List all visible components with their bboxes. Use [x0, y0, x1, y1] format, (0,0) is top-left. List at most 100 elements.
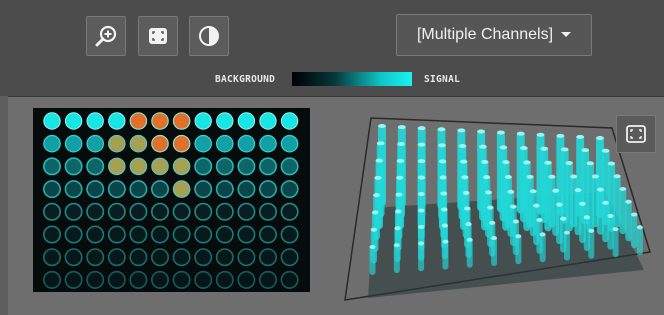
plate-well: [194, 180, 213, 199]
plate-well: [259, 180, 278, 199]
3d-well-bar: [442, 239, 449, 270]
plate-well: [194, 225, 213, 244]
3d-well-cap: [477, 129, 486, 134]
plate-well: [129, 157, 148, 176]
plate-wells: [43, 112, 299, 289]
plate-well: [86, 248, 105, 267]
plate-well: [64, 225, 83, 244]
3d-well-cap: [504, 174, 512, 179]
fit-frame-icon: [626, 125, 646, 143]
plate-well: [172, 134, 191, 153]
3d-well-cap: [374, 175, 382, 180]
plate-well: [64, 202, 83, 221]
plate-well: [86, 134, 104, 153]
plate-well: [108, 157, 126, 176]
3d-well-cap: [394, 209, 402, 214]
3d-well-cap: [588, 228, 595, 233]
plate-well: [194, 270, 213, 289]
3d-well-cap: [418, 224, 425, 229]
3d-well-cap: [442, 239, 449, 244]
plate-well: [259, 248, 278, 267]
plate-well: [43, 180, 61, 199]
3d-well-cap: [583, 215, 591, 220]
plate-well: [237, 157, 256, 176]
plate-well: [43, 134, 61, 153]
plate-well: [129, 248, 148, 267]
3d-well-cap: [373, 193, 380, 198]
3d-well-bar: [466, 237, 473, 268]
3d-well-bar: [393, 243, 400, 274]
fit-frame-button[interactable]: [138, 16, 178, 56]
3d-well-cap: [576, 134, 585, 139]
3d-well-cap: [461, 175, 469, 180]
plate-well: [151, 270, 170, 289]
3d-well-cap: [438, 159, 447, 164]
3d-well-cap: [574, 188, 582, 193]
plate-well: [107, 225, 126, 244]
plate-well: [194, 157, 213, 176]
plate-well: [64, 270, 83, 289]
3d-well-cap: [437, 127, 446, 132]
plate-well: [108, 112, 126, 130]
3d-well-bar: [491, 236, 498, 267]
plate-well: [194, 202, 213, 221]
3d-well-cap: [440, 191, 448, 196]
3d-well-cap: [581, 148, 590, 153]
plate-well: [172, 225, 191, 244]
3d-well-bar: [588, 228, 595, 259]
plate-well: [237, 180, 256, 199]
plate-well: [43, 225, 61, 244]
3d-well-cap: [481, 159, 489, 164]
3d-well-cap: [458, 143, 467, 148]
3d-well-cap: [464, 206, 471, 211]
plate-well: [43, 202, 61, 221]
plate-well: [237, 270, 256, 289]
plate-well: [259, 134, 277, 153]
contrast-button[interactable]: [189, 16, 229, 56]
3d-well-cap: [533, 203, 540, 208]
plate-well: [216, 112, 234, 130]
3d-well-bar: [619, 187, 627, 235]
3d-well-cap: [520, 146, 528, 151]
3d-well-cap: [502, 160, 510, 165]
plate-well: [129, 112, 148, 130]
3d-well-cap: [536, 218, 543, 223]
plate-well: [194, 248, 213, 267]
3d-well-cap: [529, 189, 537, 194]
fit-view-button[interactable]: [616, 115, 656, 153]
3d-well-cap: [631, 212, 638, 217]
plate-well: [151, 157, 169, 176]
plate-well: [108, 134, 126, 153]
3d-well-cap: [438, 143, 446, 148]
3d-well-cap: [539, 232, 546, 237]
plate-well: [215, 157, 234, 176]
plate-well: [215, 270, 234, 289]
channel-dropdown[interactable]: [Multiple Channels]: [396, 14, 592, 56]
plate-well: [86, 225, 105, 244]
plate-well: [107, 248, 126, 267]
caret-down-icon: [561, 31, 572, 37]
3d-well-cap: [393, 243, 400, 248]
plate-well: [151, 112, 169, 130]
plate-well: [280, 112, 299, 130]
3d-well-cap: [485, 190, 492, 195]
plate-well: [151, 202, 170, 221]
plate-well: [237, 248, 256, 267]
3d-well-cap: [516, 131, 525, 136]
3d-well-cap: [376, 141, 385, 146]
plate-well: [215, 225, 234, 244]
3d-well-bar: [612, 227, 619, 258]
plate-well: [43, 112, 61, 130]
plate-well: [43, 248, 61, 267]
legend-high-label: SIGNAL: [424, 74, 461, 85]
legend-low-label: BACKGROUND: [215, 74, 276, 85]
3d-well-cap: [563, 230, 570, 235]
signal-gradient-bar: [292, 72, 412, 86]
3d-well-cap: [369, 244, 376, 249]
plate-well: [151, 180, 170, 199]
3d-well-cap: [540, 146, 549, 151]
3d-well-cap: [591, 174, 599, 179]
3d-well-cap: [601, 148, 610, 153]
zoom-in-button[interactable]: [86, 16, 126, 56]
3d-well-cap: [417, 208, 425, 213]
